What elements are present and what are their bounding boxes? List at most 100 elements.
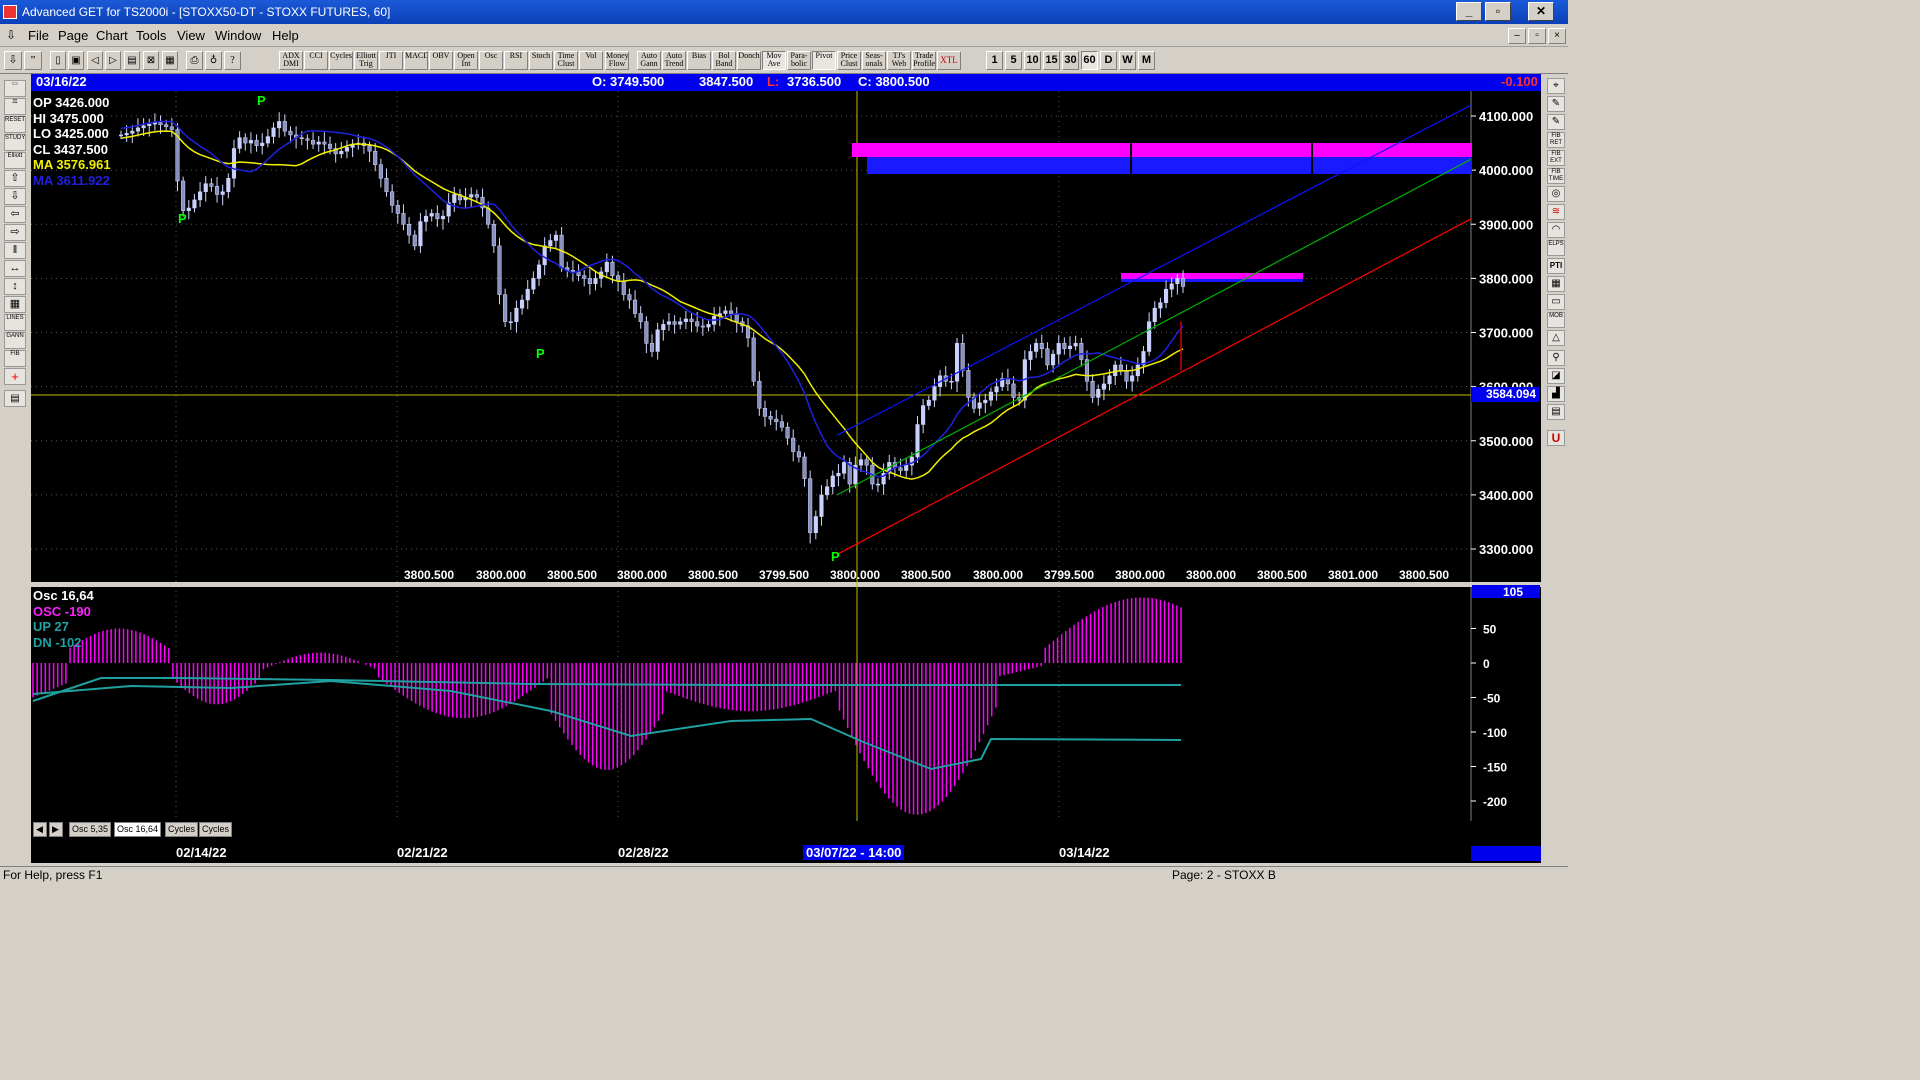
price-chart[interactable]: 4100.000 4000.000 3900.000 3800.000 3700.000… [31, 91, 1541, 844]
menu-tools[interactable]: Tools [136, 28, 166, 43]
menu-chart[interactable]: Chart [96, 28, 128, 43]
menu-window[interactable]: Window [215, 28, 261, 43]
horizontal-expand-icon[interactable]: ↔ [4, 260, 26, 277]
study-button-time-clust[interactable]: Time Clust [554, 51, 578, 70]
fib-time-icon[interactable]: FIB TIME [1547, 168, 1565, 184]
menu-view[interactable]: View [177, 28, 205, 43]
study-button-macd[interactable]: MACD [404, 51, 428, 70]
pti-icon[interactable]: PTI [1547, 258, 1565, 274]
study-button-adx-dmi[interactable]: ADX DMI [279, 51, 303, 70]
tab-osc-5-35[interactable]: Osc 5,35 [69, 822, 112, 837]
menu-page[interactable]: Page [58, 28, 88, 43]
u-icon[interactable]: U [1547, 430, 1565, 446]
draw-icon[interactable]: ✎ [1547, 114, 1565, 130]
magnifier-icon[interactable]: ⚲ [1547, 350, 1565, 366]
tab-osc-16-64[interactable]: Osc 16,64 [114, 822, 162, 837]
interval-button-15[interactable]: 15 [1043, 51, 1060, 70]
chart-area[interactable]: 4100.000 4000.000 3900.000 3800.000 3700.000… [31, 91, 1541, 844]
cursor-tool-icon[interactable]: ⇩ [4, 51, 22, 70]
study-button-elliott-trig[interactable]: Elliott Trig [354, 51, 378, 70]
open-icon[interactable]: ▣ [68, 51, 84, 70]
rectangle-icon[interactable]: ▭ [1547, 294, 1565, 310]
help-pointer-icon[interactable]: ? [224, 51, 241, 70]
bulb-icon[interactable]: ♁ [205, 51, 222, 70]
study-button-trade-profile[interactable]: Trade Profile [912, 51, 936, 70]
arrow-left-icon[interactable]: ⇦ [4, 206, 26, 223]
study-button-cycles[interactable]: Cycles [329, 51, 353, 70]
interval-button-30[interactable]: 30 [1062, 51, 1079, 70]
study-button-auto-gann[interactable]: Auto Gann [637, 51, 661, 70]
menu-file[interactable]: File [28, 28, 49, 43]
child-minimize-button[interactable]: – [1508, 28, 1526, 44]
tab-prev-icon[interactable]: ◀ [33, 822, 47, 837]
delete-icon[interactable]: ⊠ [143, 51, 159, 70]
tab-cycles-1[interactable]: Cycles [165, 822, 199, 837]
study-button-seas-onals[interactable]: Seas-onals [862, 51, 886, 70]
eraser-icon[interactable]: ◪ [1547, 368, 1565, 384]
menu-help[interactable]: Help [272, 28, 299, 43]
lines-icon[interactable]: LINES [4, 314, 26, 331]
copy-icon[interactable]: ▤ [124, 51, 140, 70]
study-button-mov-ave[interactable]: Mov Ave [762, 51, 786, 70]
interval-button-60[interactable]: 60 [1081, 51, 1098, 70]
new-page-icon[interactable]: ▯ [50, 51, 66, 70]
open-folder-icon[interactable]: ▭ [4, 80, 26, 97]
study-button-stoch[interactable]: Stoch [529, 51, 553, 70]
study-button-tj-s-web[interactable]: TJ's Web [887, 51, 911, 70]
mob-icon[interactable]: MOB [1547, 312, 1565, 328]
pencil-icon[interactable]: ✎ [1547, 96, 1565, 112]
fib-ext-icon[interactable]: FIB EXT [1547, 150, 1565, 166]
back-icon[interactable]: ◁ [87, 51, 103, 70]
quote-tool-icon[interactable]: ” [24, 51, 42, 70]
scale-icon[interactable]: ⚖ [4, 98, 26, 115]
study-button-cci[interactable]: CCI [304, 51, 328, 70]
chart-type-icon[interactable]: ▟ [1547, 386, 1565, 402]
close-button[interactable]: ✕ [1528, 2, 1554, 21]
forward-icon[interactable]: ▷ [105, 51, 121, 70]
tab-cycles-2[interactable]: Cycles [199, 822, 233, 837]
arrow-down-icon[interactable]: ⇩ [4, 188, 26, 205]
print-icon[interactable]: ⎙ [186, 51, 203, 70]
study-button-jti[interactable]: JTI [379, 51, 403, 70]
study-button-osc[interactable]: Osc [479, 51, 503, 70]
tab-next-icon[interactable]: ▶ [49, 822, 63, 837]
interval-button-1[interactable]: 1 [986, 51, 1003, 70]
study-button-price-clust[interactable]: Price Clust [837, 51, 861, 70]
elps-icon[interactable]: ELPS [1547, 240, 1565, 256]
study-button-bol-band[interactable]: Bol Band [712, 51, 736, 70]
study-button-pivot[interactable]: Pivot [812, 51, 836, 70]
zoom-out-icon[interactable]: ⌖ [1547, 78, 1565, 94]
bars-icon[interactable]: ‖ [4, 242, 26, 259]
calculator-icon[interactable]: ▤ [1547, 404, 1565, 420]
interval-button-w[interactable]: W [1119, 51, 1136, 70]
minimize-button[interactable]: _ [1456, 2, 1482, 21]
arrow-up-icon[interactable]: ⇧ [4, 170, 26, 187]
study-button-vol[interactable]: Vol [579, 51, 603, 70]
reset-icon[interactable]: RESET [4, 116, 26, 133]
study-button-money-flow[interactable]: Money Flow [605, 51, 629, 70]
arc-icon[interactable]: ◠ [1547, 222, 1565, 238]
table-icon[interactable]: ▦ [1547, 276, 1565, 292]
arrow-right-icon[interactable]: ⇨ [4, 224, 26, 241]
study-button-para-bolic[interactable]: Para-bolic [787, 51, 811, 70]
notes-icon[interactable]: ▤ [4, 390, 26, 407]
study-button-donch[interactable]: Donch [737, 51, 761, 70]
fan-icon[interactable]: ≋ [1547, 204, 1565, 220]
fib-icon[interactable]: FIB [4, 350, 26, 367]
study-button-xtl[interactable]: XTL [937, 51, 961, 70]
gann-icon[interactable]: GANN [4, 332, 26, 349]
elliott-icon[interactable]: Elliott [4, 152, 26, 169]
child-restore-button[interactable]: ▫ [1528, 28, 1546, 44]
child-close-button[interactable]: × [1548, 28, 1566, 44]
interval-button-d[interactable]: D [1100, 51, 1117, 70]
interval-button-m[interactable]: M [1138, 51, 1155, 70]
maximize-button[interactable]: ▫ [1485, 2, 1511, 21]
study-button-obv[interactable]: OBV [429, 51, 453, 70]
study-button-auto-trend[interactable]: Auto Trend [662, 51, 686, 70]
study-button-rsi[interactable]: RSI [504, 51, 528, 70]
spiral-icon[interactable]: ◎ [1547, 186, 1565, 202]
triangle-icon[interactable]: △ [1547, 330, 1565, 346]
interval-button-5[interactable]: 5 [1005, 51, 1022, 70]
study-button-bias[interactable]: Bias [687, 51, 711, 70]
fib-ret-icon[interactable]: FIB RET [1547, 132, 1565, 148]
